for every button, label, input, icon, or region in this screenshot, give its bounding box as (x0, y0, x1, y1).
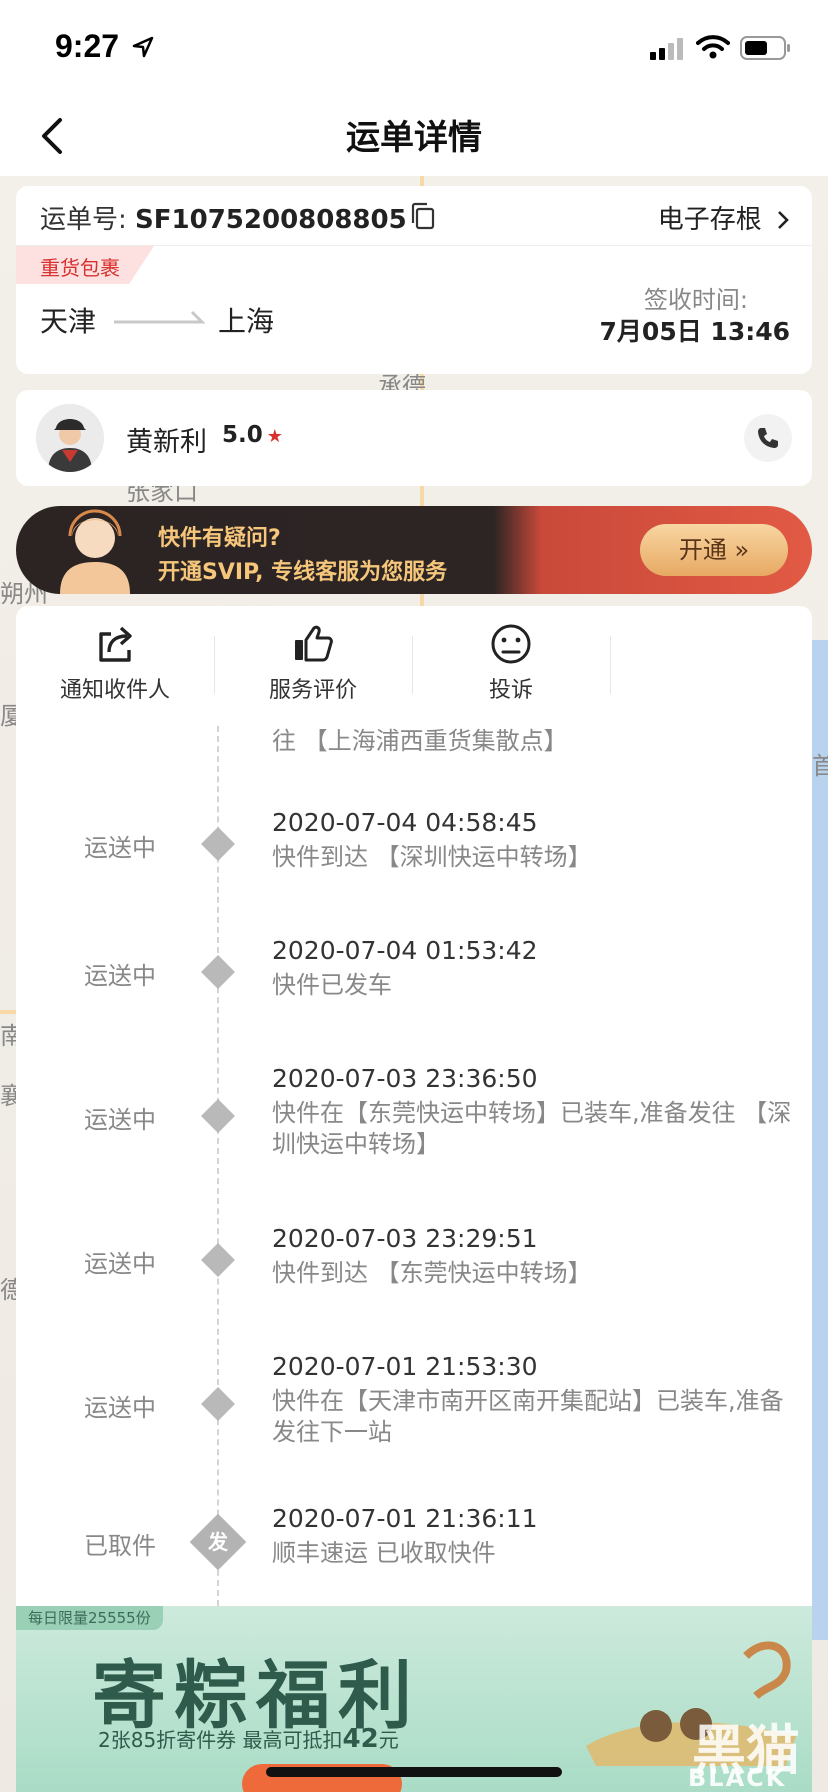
location-arrow-icon (132, 36, 154, 58)
promo-unit: 元 (378, 1728, 399, 1752)
timeline-time: 2020-07-04 01:53:42 (272, 936, 538, 965)
home-indicator[interactable] (266, 1767, 562, 1777)
e-stub-link[interactable]: 电子存根 (658, 199, 790, 236)
timeline-node (201, 955, 235, 989)
promo-limit-tag: 每日限量25555份 (16, 1606, 163, 1630)
service-rating-button[interactable]: 服务评价 (214, 622, 412, 712)
sign-time-label: 签收时间: (643, 286, 748, 314)
timeline-desc: 快件到达 【东莞快运中转场】 (272, 1259, 592, 1287)
origin-city: 天津 (40, 305, 97, 338)
e-stub-label: 电子存根 (657, 205, 762, 235)
timeline-desc: 快件在【东莞快运中转场】已装车,准备发往 【深圳快运中转场】 (272, 1099, 792, 1158)
divider (610, 636, 611, 694)
battery-icon (740, 36, 790, 60)
waybill-number-label: 运单号: (40, 205, 136, 235)
timeline-status: 运送中 (84, 1106, 156, 1134)
timeline-desc: 顺丰速运 已收取快件 (272, 1539, 496, 1567)
notify-recipient-label: 通知收件人 (59, 678, 170, 703)
service-rating-label: 服务评价 (268, 678, 357, 703)
complaint-button[interactable]: 投诉 (412, 622, 610, 712)
timeline-status: 已取件 (84, 1532, 156, 1560)
timeline-node (201, 1387, 235, 1421)
page-title: 运单详情 (346, 118, 482, 158)
timeline-status: 运送中 (84, 962, 156, 990)
waybill-card: 运单号: SF1075200808805 电子存根 重货包裹 天津 上海 签收时… (16, 186, 812, 374)
courier-card: 黄新利 5.0 ★ (16, 390, 812, 486)
timeline-status: 运送中 (84, 1250, 156, 1278)
star-icon: ★ (266, 426, 283, 447)
timeline-desc: 快件到达 【深圳快运中转场】 (272, 843, 592, 871)
timeline-desc: 快件已发车 (272, 971, 392, 999)
actions-bar: 通知收件人 服务评价 投诉 (16, 606, 812, 726)
courier-rating: 5.0 ★ (222, 422, 283, 448)
sign-time-value: 7月05日 13:46 (599, 317, 790, 346)
notify-recipient-button[interactable]: 通知收件人 (16, 622, 214, 712)
sad-face-icon (491, 624, 531, 664)
wifi-icon (696, 35, 730, 59)
zongzi-promo-banner[interactable]: 每日限量25555份 寄粽福利 2张85折寄件券 最高可抵扣42元 黑猫 BLA… (16, 1606, 812, 1792)
pickup-node-label: 发 (208, 1530, 228, 1554)
tracking-timeline: 往 【上海浦西重货集散点】 运送中 2020-07-04 04:58:45 快件… (16, 726, 812, 1606)
map-label: 首 (812, 752, 828, 780)
promo-amount: 42 (342, 1724, 379, 1754)
watermark-logo-en: BLACK CAT (688, 1764, 787, 1792)
heavy-parcel-tag: 重货包裹 (16, 246, 154, 284)
share-icon (99, 626, 132, 662)
courier-avatar (36, 404, 104, 472)
timeline-time: 2020-07-04 04:58:45 (272, 808, 538, 837)
promo-subtitle-text: 2张85折寄件券 最高可抵扣 (98, 1728, 343, 1752)
timeline-time: 2020-07-03 23:29:51 (272, 1224, 538, 1253)
phone-icon (758, 428, 778, 448)
timeline-status: 运送中 (84, 834, 156, 862)
route-arrow-icon (114, 310, 206, 324)
courier-rating-value: 5.0 (222, 422, 263, 448)
signal-icon (650, 38, 683, 60)
customer-service-figure-icon (60, 509, 130, 594)
complaint-label: 投诉 (488, 678, 533, 703)
map-water (810, 640, 828, 1640)
destination-city: 上海 (218, 305, 275, 338)
waybill-number-row: 运单号: SF1075200808805 电子存根 (16, 186, 812, 246)
timeline-time: 2020-07-03 23:36:50 (272, 1064, 538, 1093)
thumbs-up-icon (295, 625, 333, 662)
timeline-node (201, 1099, 235, 1133)
svip-banner[interactable]: 快件有疑问? 开通SVIP, 专线客服为您服务 开通 » (16, 506, 812, 594)
status-bar: 9:27 (0, 0, 828, 96)
timeline-time: 2020-07-01 21:53:30 (272, 1352, 538, 1381)
waybill-number-value: SF1075200808805 (135, 205, 407, 235)
svip-open-button[interactable]: 开通 » (640, 524, 788, 576)
promo-subtitle: 2张85折寄件券 最高可抵扣42元 (98, 1724, 399, 1754)
timeline-desc: 快件在【天津市南开区南开集配站】已装车,准备发往下一站 (272, 1387, 784, 1446)
call-courier-button[interactable] (744, 414, 792, 462)
nav-bar: 运单详情 (0, 96, 828, 176)
timeline-desc: 往 【上海浦西重货集散点】 (272, 727, 568, 755)
copy-icon[interactable] (410, 202, 436, 230)
courier-name: 黄新利 (126, 427, 207, 458)
status-time: 9:27 (55, 28, 120, 64)
timeline-node (201, 827, 235, 861)
svip-headline: 快件有疑问? (158, 526, 281, 551)
timeline-status: 运送中 (84, 1394, 156, 1422)
svip-subline: 开通SVIP, 专线客服为您服务 (158, 560, 448, 585)
courier-avatar-icon (36, 404, 104, 472)
timeline-time: 2020-07-01 21:36:11 (272, 1504, 538, 1533)
timeline-node (201, 1243, 235, 1277)
chevron-right-icon (778, 211, 789, 229)
waybill-number: 运单号: SF1075200808805 (40, 199, 407, 236)
